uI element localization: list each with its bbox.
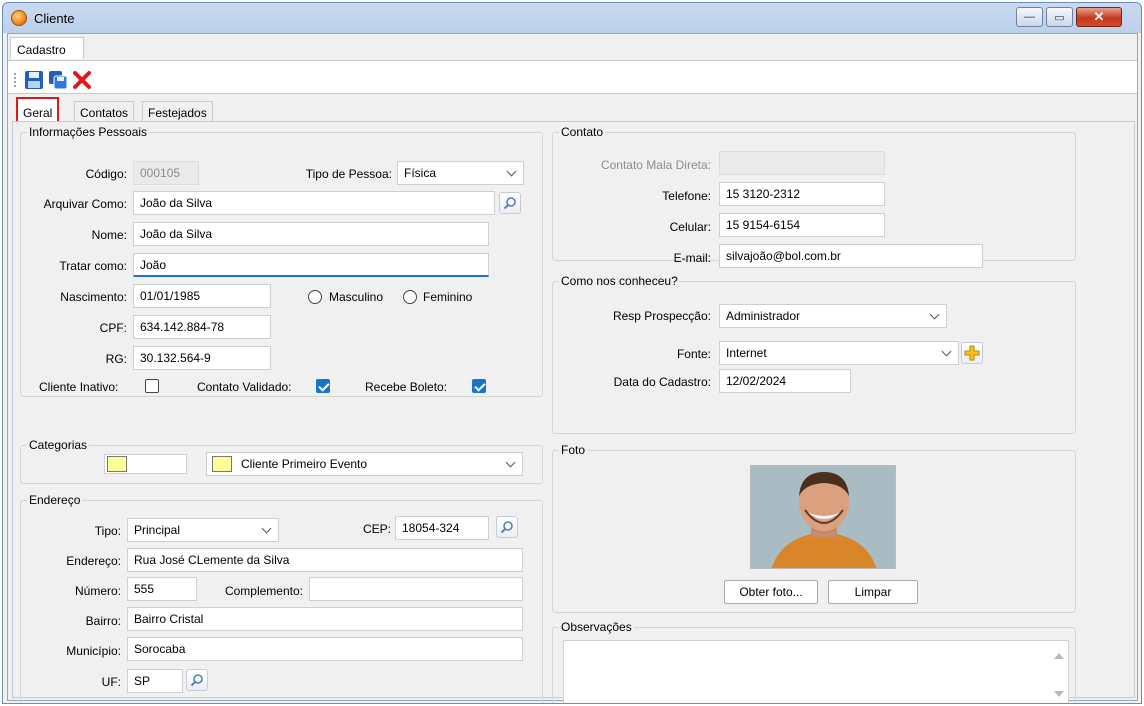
save-icon[interactable] — [24, 70, 44, 90]
limpar-button[interactable]: Limpar — [828, 580, 918, 604]
app-icon — [11, 10, 27, 26]
window-title: Cliente — [34, 11, 75, 26]
rg-field[interactable]: 30.132.564-9 — [133, 346, 271, 370]
nome-field[interactable]: João da Silva — [133, 222, 489, 246]
telefone-field[interactable]: 15 3120-2312 — [719, 182, 885, 206]
validado-label: Contato Validado: — [197, 380, 292, 394]
resp-prospeccao-select[interactable]: Administrador — [719, 304, 947, 328]
bairro-field[interactable]: Bairro Cristal — [127, 607, 523, 631]
menu-tab-cadastro[interactable]: Cadastro — [10, 37, 84, 59]
complemento-field[interactable] — [309, 577, 523, 601]
bairro-label: Bairro: — [85, 614, 121, 628]
toolbar — [8, 60, 1137, 94]
celular-label: Celular: — [669, 220, 711, 234]
categorias-legend: Categorias — [29, 438, 88, 452]
feminino-radio[interactable] — [403, 290, 417, 304]
numero-field[interactable]: 555 — [127, 577, 197, 601]
categoria-select[interactable]: Cliente Primeiro Evento — [206, 452, 523, 476]
tab-contatos[interactable]: Contatos — [74, 101, 135, 122]
categoria-color-box[interactable] — [104, 454, 187, 474]
client-window: Cliente — ▭ ✕ Cadastro Geral Contatos Fe… — [2, 2, 1142, 704]
inativo-label: Cliente Inativo: — [39, 380, 119, 394]
tipo-pessoa-select[interactable]: Física — [397, 161, 524, 185]
close-button[interactable]: ✕ — [1076, 7, 1122, 27]
municipio-field[interactable]: Sorocaba — [127, 637, 523, 661]
client-area: Cadastro Geral Contatos Festejados Infor… — [7, 33, 1138, 703]
masculino-radio[interactable] — [308, 290, 322, 304]
tab-geral[interactable]: Geral — [16, 97, 60, 123]
endereco-tipo-label: Tipo: — [94, 524, 121, 538]
rg-label: RG: — [105, 352, 127, 366]
save-copy-icon[interactable] — [48, 70, 68, 90]
tab-page-geral: Informações Pessoais Código: 000105 Tipo… — [12, 121, 1135, 703]
arquivar-label: Arquivar Como: — [43, 197, 127, 211]
feminino-label: Feminino — [423, 290, 473, 304]
endereco-label: Endereço: — [66, 554, 121, 568]
cep-field[interactable]: 18054-324 — [395, 516, 489, 540]
foto-legend: Foto — [561, 443, 586, 457]
maximize-button[interactable]: ▭ — [1046, 7, 1073, 27]
celular-field[interactable]: 15 9154-6154 — [719, 213, 885, 237]
minimize-button[interactable]: — — [1016, 7, 1043, 27]
uf-search-icon[interactable] — [186, 669, 208, 691]
mala-direta-label: Contato Mala Direta: — [600, 158, 711, 172]
cep-label: CEP: — [362, 522, 391, 536]
telefone-label: Telefone: — [662, 189, 711, 203]
resp-prospeccao-label: Resp Prospecção: — [612, 309, 711, 323]
scroll-up-icon[interactable] — [1054, 653, 1064, 659]
categoria-select-swatch — [212, 456, 232, 472]
data-cadastro-field[interactable]: 12/02/2024 — [719, 369, 851, 393]
categoria-color-swatch — [107, 456, 127, 472]
toolbar-grip[interactable] — [14, 73, 16, 87]
tratar-field[interactable]: João — [133, 253, 489, 277]
uf-field[interactable]: SP — [127, 669, 183, 693]
cep-search-icon[interactable] — [496, 516, 518, 538]
categoria-select-value: Cliente Primeiro Evento — [241, 457, 368, 471]
nascimento-field[interactable]: 01/01/1985 — [133, 284, 271, 308]
endereco-tipo-select[interactable]: Principal — [127, 518, 279, 542]
nascimento-label: Nascimento: — [60, 290, 127, 304]
codigo-field[interactable]: 000105 — [133, 161, 199, 185]
fonte-select[interactable]: Internet — [719, 341, 959, 365]
masculino-label: Masculino — [329, 290, 384, 304]
codigo-label: Código: — [85, 167, 127, 181]
fonte-label: Fonte: — [676, 347, 711, 361]
uf-label: UF: — [101, 675, 121, 689]
numero-label: Número: — [74, 584, 121, 598]
validado-checkbox[interactable] — [316, 379, 330, 393]
cpf-label: CPF: — [99, 321, 127, 335]
cpf-field[interactable]: 634.142.884-78 — [133, 315, 271, 339]
title-bar: Cliente — ▭ ✕ — [3, 3, 1141, 33]
mala-direta-field[interactable] — [719, 151, 885, 175]
conheceu-legend: Como nos conheceu? — [561, 274, 678, 288]
obter-foto-button[interactable]: Obter foto... — [724, 580, 818, 604]
boleto-checkbox[interactable] — [472, 379, 486, 393]
observacoes-legend: Observações — [561, 620, 632, 634]
municipio-label: Município: — [66, 644, 121, 658]
endereco-field[interactable]: Rua José CLemente da Silva — [127, 548, 523, 572]
tratar-label: Tratar como: — [59, 259, 127, 273]
observacoes-textarea[interactable] — [563, 640, 1069, 703]
data-cadastro-label: Data do Cadastro: — [613, 375, 711, 389]
arquivar-field[interactable]: João da Silva — [133, 191, 495, 215]
arquivar-search-icon[interactable] — [499, 192, 521, 214]
scroll-down-icon[interactable] — [1054, 691, 1064, 697]
complemento-label: Complemento: — [224, 584, 303, 598]
contato-legend: Contato — [561, 125, 604, 139]
endereco-legend: Endereço — [29, 493, 81, 507]
email-field[interactable]: silvajoão@bol.com.br — [719, 244, 983, 268]
personal-info-legend: Informações Pessoais — [29, 125, 148, 139]
nome-label: Nome: — [91, 228, 127, 242]
delete-icon[interactable] — [72, 70, 92, 90]
email-label: E-mail: — [673, 251, 711, 265]
client-photo — [750, 465, 896, 569]
tab-festejados[interactable]: Festejados — [142, 101, 213, 122]
inativo-checkbox[interactable] — [145, 379, 159, 393]
add-fonte-icon[interactable] — [961, 342, 983, 364]
tipo-pessoa-label: Tipo de Pessoa: — [305, 167, 392, 181]
boleto-label: Recebe Boleto: — [365, 380, 448, 394]
